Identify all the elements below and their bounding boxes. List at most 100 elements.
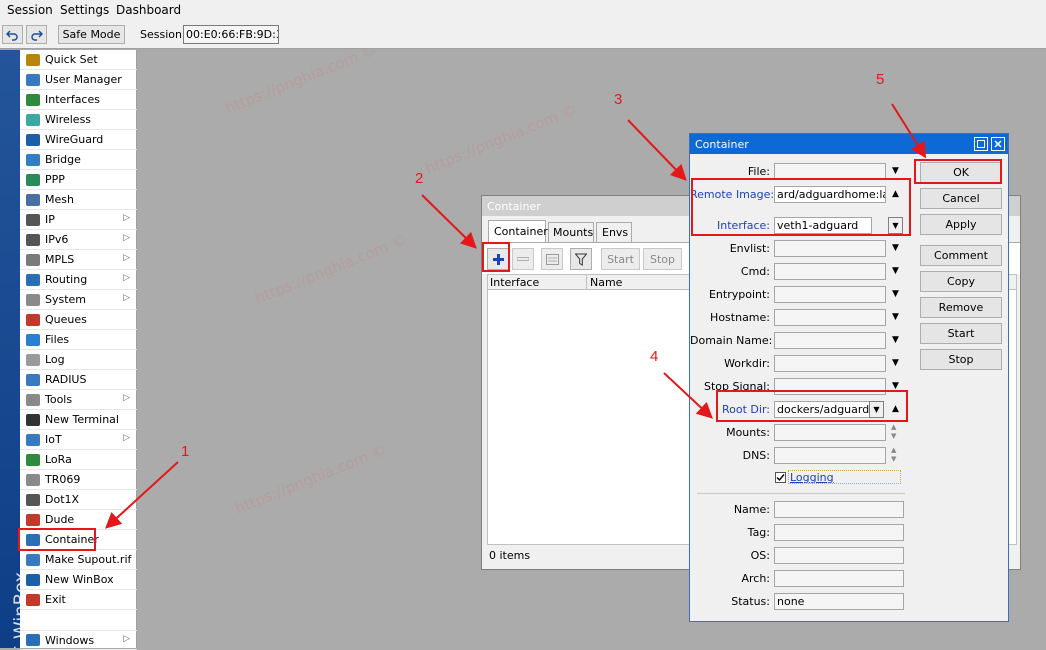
sidebar-item-exit[interactable]: Exit — [20, 590, 137, 610]
close-button[interactable] — [991, 137, 1005, 151]
cmd-field[interactable] — [774, 263, 886, 280]
system-gear-icon — [26, 293, 40, 306]
menu-settings[interactable]: Settings — [60, 3, 109, 17]
entrypoint-field[interactable] — [774, 286, 886, 303]
sidebar-item-radius[interactable]: RADIUS — [20, 370, 137, 390]
list-stop-button[interactable]: Stop — [643, 248, 682, 270]
sidebar-item-new-terminal[interactable]: New Terminal — [20, 410, 137, 430]
workdir-label: Workdir: — [724, 357, 770, 370]
comment-item-button[interactable] — [541, 248, 563, 270]
sidebar-item-mesh[interactable]: Mesh — [20, 190, 137, 210]
sidebar-item-windows[interactable]: Windows ▷ — [20, 630, 137, 650]
lora-icon — [26, 453, 40, 466]
sidebar-item-iot[interactable]: IoT ▷ — [20, 430, 137, 450]
column-name[interactable]: Name — [590, 276, 622, 289]
sidebar-item-label: Queues — [45, 313, 87, 326]
sidebar-item-label: Log — [45, 353, 65, 366]
sidebar-item-label: PPP — [45, 173, 65, 186]
sidebar-item-tools[interactable]: Tools ▷ — [20, 390, 137, 410]
cancel-button[interactable]: Cancel — [920, 188, 1002, 209]
dropdown-arrow-icon[interactable]: ▼ — [892, 312, 899, 322]
maximize-button[interactable] — [974, 137, 988, 151]
sidebar-item-label: RADIUS — [45, 373, 87, 386]
sidebar: Quick Set User Manager Interfaces Wireless W… — [20, 50, 137, 650]
dropdown-arrow-icon[interactable]: ▼ — [892, 335, 899, 345]
sidebar-item-label: User Manager — [45, 73, 122, 86]
sidebar-item-ppp[interactable]: PPP — [20, 170, 137, 190]
sidebar-item-mpls[interactable]: MPLS ▷ — [20, 250, 137, 270]
menu-dashboard[interactable]: Dashboard — [116, 3, 181, 17]
comment-button[interactable]: Comment — [920, 245, 1002, 266]
mesh-icon — [26, 193, 40, 206]
undo-button[interactable] — [2, 25, 23, 44]
mounts-field[interactable] — [774, 424, 886, 441]
sidebar-item-wireless[interactable]: Wireless — [20, 110, 137, 130]
remove-item-button[interactable] — [512, 248, 534, 270]
tab-envs[interactable]: Envs — [596, 222, 632, 242]
submenu-arrow-icon: ▷ — [123, 393, 130, 403]
start-button[interactable]: Start — [920, 323, 1002, 344]
sidebar-item-queues[interactable]: Queues — [20, 310, 137, 330]
dropdown-arrow-icon[interactable]: ▼ — [892, 266, 899, 276]
tab-mounts[interactable]: Mounts — [548, 222, 594, 242]
sidebar-item-ip[interactable]: IP ▷ — [20, 210, 137, 230]
dropdown-arrow-icon[interactable]: ▼ — [892, 289, 899, 299]
copy-button[interactable]: Copy — [920, 271, 1002, 292]
sidebar-item-files[interactable]: Files — [20, 330, 137, 350]
safe-mode-button[interactable]: Safe Mode — [58, 25, 125, 44]
os-field[interactable] — [774, 547, 904, 564]
logging-label[interactable]: Logging — [788, 470, 901, 484]
hostname-field[interactable] — [774, 309, 886, 326]
sidebar-item-label: MPLS — [45, 253, 75, 266]
name-field[interactable] — [774, 501, 904, 518]
dropdown-arrow-icon[interactable]: ▼ — [892, 358, 899, 368]
interfaces-icon — [26, 93, 40, 106]
sidebar-item-routing[interactable]: Routing ▷ — [20, 270, 137, 290]
sidebar-item-bridge[interactable]: Bridge — [20, 150, 137, 170]
remove-button[interactable]: Remove — [920, 297, 1002, 318]
annotation-number-2: 2 — [415, 170, 424, 187]
tab-envs-label: Envs — [602, 226, 629, 239]
sidebar-item-wireguard[interactable]: WireGuard — [20, 130, 137, 150]
stop-button[interactable]: Stop — [920, 349, 1002, 370]
tag-field[interactable] — [774, 524, 904, 541]
workdir-field[interactable] — [774, 355, 886, 372]
sidebar-item-new-winbox[interactable]: New WinBox — [20, 570, 137, 590]
highlight-root-dir — [716, 390, 908, 422]
sidebar-item-label: Dot1X — [45, 493, 80, 506]
menu-session[interactable]: Session — [7, 3, 53, 17]
sidebar-item-user-manager[interactable]: User Manager — [20, 70, 137, 90]
sidebar-item-quick-set[interactable]: Quick Set — [20, 50, 137, 70]
domain-name-field[interactable] — [774, 332, 886, 349]
dropdown-arrow-icon[interactable]: ▼ — [892, 243, 899, 253]
sidebar-item-ipv6[interactable]: IPv6 ▷ — [20, 230, 137, 250]
sidebar-item-system[interactable]: System ▷ — [20, 290, 137, 310]
status-field[interactable]: none — [774, 593, 904, 610]
submenu-arrow-icon: ▷ — [123, 634, 130, 644]
redo-button[interactable] — [26, 25, 47, 44]
dropdown-arrow-icon[interactable]: ▼ — [892, 166, 899, 176]
arch-field[interactable] — [774, 570, 904, 587]
sidebar-item-dot1x[interactable]: Dot1X — [20, 490, 137, 510]
sidebar-item-label: Windows — [45, 633, 95, 647]
list-start-button[interactable]: Start — [601, 248, 640, 270]
column-interface[interactable]: Interface — [490, 276, 539, 289]
up-down-arrows-icon[interactable]: ▲ ▼ — [891, 423, 896, 441]
up-down-arrows-icon[interactable]: ▲ ▼ — [891, 446, 896, 464]
sidebar-item-dude[interactable]: Dude — [20, 510, 137, 530]
sidebar-item-log[interactable]: Log — [20, 350, 137, 370]
logging-checkbox[interactable] — [775, 472, 786, 483]
sidebar-item-lora[interactable]: LoRa — [20, 450, 137, 470]
envlist-field[interactable] — [774, 240, 886, 257]
envlist-label: Envlist: — [729, 242, 770, 255]
sidebar-item-interfaces[interactable]: Interfaces — [20, 90, 137, 110]
apply-button[interactable]: Apply — [920, 214, 1002, 235]
sidebar-item-tr069[interactable]: TR069 — [20, 470, 137, 490]
tab-container[interactable]: Container — [488, 220, 548, 242]
sidebar-item-make-supout-rif[interactable]: Make Supout.rif — [20, 550, 137, 570]
ipv6-icon — [26, 233, 40, 246]
dns-field[interactable] — [774, 447, 886, 464]
filter-button[interactable] — [570, 248, 592, 270]
os-label: OS: — [750, 549, 770, 562]
sidebar-item-label: Exit — [45, 593, 66, 606]
